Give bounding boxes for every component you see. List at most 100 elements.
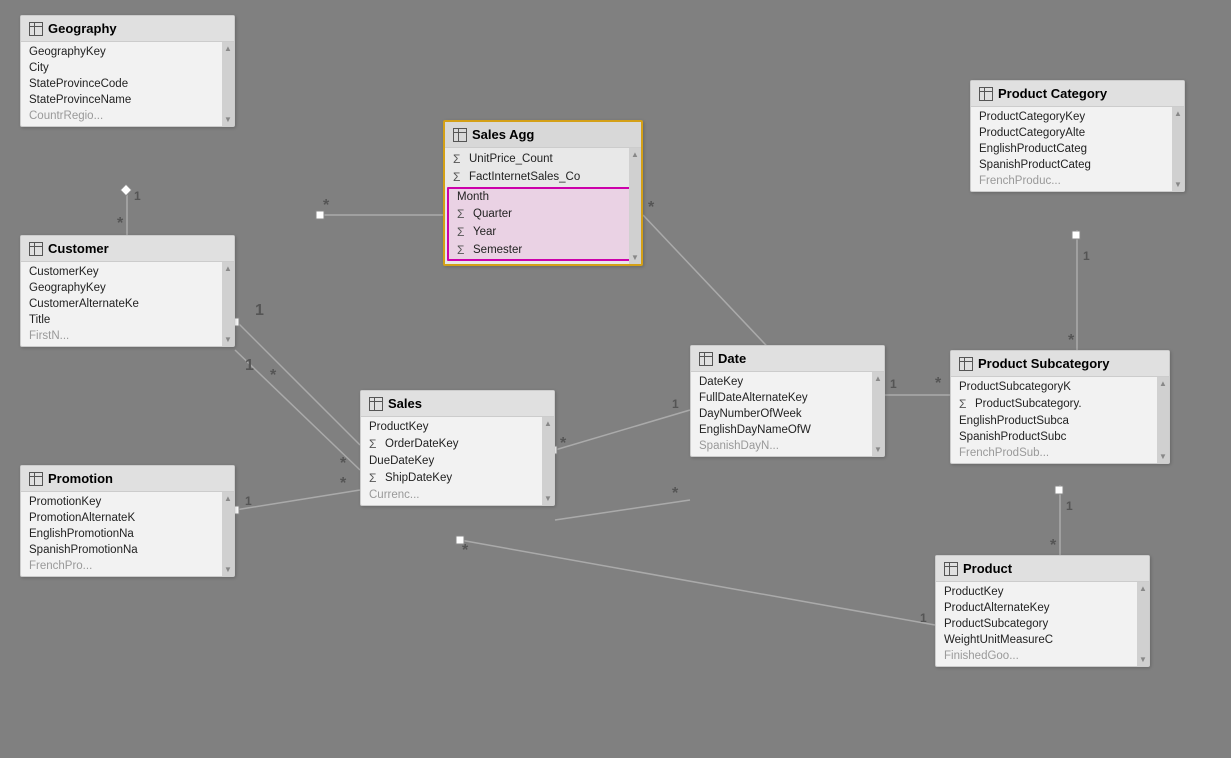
table-row: Currenc... (361, 487, 554, 503)
sales-table: Sales ProductKey Σ OrderDateKey DueDateK… (360, 390, 555, 506)
diagram-canvas: 1 * 1 * 1 * 1 * * 1 * 1 * 1 * (0, 0, 1231, 758)
table-row: PromotionKey (21, 494, 234, 510)
svg-text:*: * (340, 455, 347, 472)
table-row: DayNumberOfWeek (691, 406, 884, 422)
svg-text:1: 1 (245, 494, 252, 508)
svg-text:1: 1 (1066, 499, 1073, 513)
scroll-bar[interactable] (1137, 582, 1149, 666)
geography-table-body: GeographyKey City StateProvinceCode Stat… (21, 42, 234, 126)
table-icon (29, 22, 43, 36)
scroll-bar[interactable] (542, 417, 554, 505)
svg-text:*: * (270, 367, 277, 384)
table-row-selected: Month (449, 189, 637, 205)
table-row: SpanishPromotionNa (21, 542, 234, 558)
table-row: CountrRegio... (21, 108, 234, 124)
sigma-icon: Σ (959, 397, 971, 411)
date-table: Date DateKey FullDateAlternateKey DayNum… (690, 345, 885, 457)
table-row: SpanishProductCateg (971, 157, 1184, 173)
table-row: EnglishPromotionNa (21, 526, 234, 542)
svg-text:*: * (1050, 537, 1057, 554)
sigma-icon: Σ (457, 243, 469, 257)
table-row: ProductSubcategory (936, 616, 1149, 632)
product-subcategory-table-header: Product Subcategory (951, 351, 1169, 377)
sales-agg-title: Sales Agg (472, 127, 534, 142)
table-row: EnglishDayNameOfW (691, 422, 884, 438)
promotion-table: Promotion PromotionKey PromotionAlternat… (20, 465, 235, 577)
table-row: FrenchProdSub... (951, 445, 1169, 461)
table-icon (944, 562, 958, 576)
table-row: DateKey (691, 374, 884, 390)
table-row: ProductKey (361, 419, 554, 435)
table-row: FirstN... (21, 328, 234, 344)
svg-text:1: 1 (134, 189, 141, 203)
svg-text:1: 1 (1083, 249, 1090, 263)
customer-title: Customer (48, 241, 109, 256)
customer-table-header: Customer (21, 236, 234, 262)
table-icon (29, 242, 43, 256)
table-row: ProductSubcategoryK (951, 379, 1169, 395)
product-category-table-body: ProductCategoryKey ProductCategoryAlte E… (971, 107, 1184, 191)
product-table-body: ProductKey ProductAlternateKey ProductSu… (936, 582, 1149, 666)
scroll-bar[interactable] (872, 372, 884, 456)
sales-table-body: ProductKey Σ OrderDateKey DueDateKey Σ S… (361, 417, 554, 505)
table-row: StateProvinceCode (21, 76, 234, 92)
product-category-table: Product Category ProductCategoryKey Prod… (970, 80, 1185, 192)
table-row-selected: Σ Quarter (449, 205, 637, 223)
table-row: FrenchProduc... (971, 173, 1184, 189)
product-subcategory-table-body: ProductSubcategoryK Σ ProductSubcategory… (951, 377, 1169, 463)
sigma-icon: Σ (457, 225, 469, 239)
table-row: SpanishProductSubc (951, 429, 1169, 445)
table-row: ProductCategoryAlte (971, 125, 1184, 141)
svg-text:*: * (1068, 332, 1075, 349)
date-title: Date (718, 351, 746, 366)
table-row: Σ FactInternetSales_Co (445, 168, 641, 186)
customer-table: Customer CustomerKey GeographyKey Custom… (20, 235, 235, 347)
sales-agg-table-body: Σ UnitPrice_Count Σ FactInternetSales_Co… (445, 148, 641, 264)
product-table-header: Product (936, 556, 1149, 582)
table-row: WeightUnitMeasureC (936, 632, 1149, 648)
svg-text:1: 1 (920, 611, 927, 625)
table-row: Title (21, 312, 234, 328)
date-table-body: DateKey FullDateAlternateKey DayNumberOf… (691, 372, 884, 456)
table-row: Σ ProductSubcategory. (951, 395, 1169, 413)
scroll-bar[interactable] (1172, 107, 1184, 191)
sigma-icon: Σ (369, 437, 381, 451)
svg-text:*: * (672, 485, 679, 502)
table-row: SpanishDayN... (691, 438, 884, 454)
table-row-selected: Σ Year (449, 223, 637, 241)
scroll-bar[interactable] (222, 262, 234, 346)
product-subcategory-table: Product Subcategory ProductSubcategoryK … (950, 350, 1170, 464)
scroll-bar[interactable] (222, 42, 234, 126)
table-row: DueDateKey (361, 453, 554, 469)
svg-text:*: * (560, 435, 567, 452)
date-table-header: Date (691, 346, 884, 372)
svg-text:*: * (462, 542, 469, 559)
geography-title: Geography (48, 21, 117, 36)
geography-table: Geography GeographyKey City StateProvinc… (20, 15, 235, 127)
svg-text:*: * (935, 375, 942, 392)
table-row: Σ ShipDateKey (361, 469, 554, 487)
table-row-selected: Σ Semester (449, 241, 637, 259)
sigma-icon: Σ (453, 152, 465, 166)
svg-text:1: 1 (672, 397, 679, 411)
scroll-bar[interactable] (1157, 377, 1169, 463)
sigma-icon: Σ (369, 471, 381, 485)
product-category-table-header: Product Category (971, 81, 1184, 107)
scroll-bar[interactable] (222, 492, 234, 576)
promotion-table-header: Promotion (21, 466, 234, 492)
svg-text:*: * (323, 197, 330, 214)
table-icon (979, 87, 993, 101)
promotion-table-body: PromotionKey PromotionAlternateK English… (21, 492, 234, 576)
svg-text:*: * (648, 199, 655, 216)
svg-text:*: * (340, 475, 347, 492)
table-row: ProductAlternateKey (936, 600, 1149, 616)
table-icon (453, 128, 467, 142)
sales-agg-table-header: Sales Agg (445, 122, 641, 148)
table-row: EnglishProductSubca (951, 413, 1169, 429)
sales-agg-table: Sales Agg Σ UnitPrice_Count Σ FactIntern… (443, 120, 643, 266)
table-icon (699, 352, 713, 366)
table-row: GeographyKey (21, 44, 234, 60)
scroll-bar[interactable] (629, 148, 641, 264)
svg-text:*: * (117, 215, 124, 232)
table-icon (959, 357, 973, 371)
